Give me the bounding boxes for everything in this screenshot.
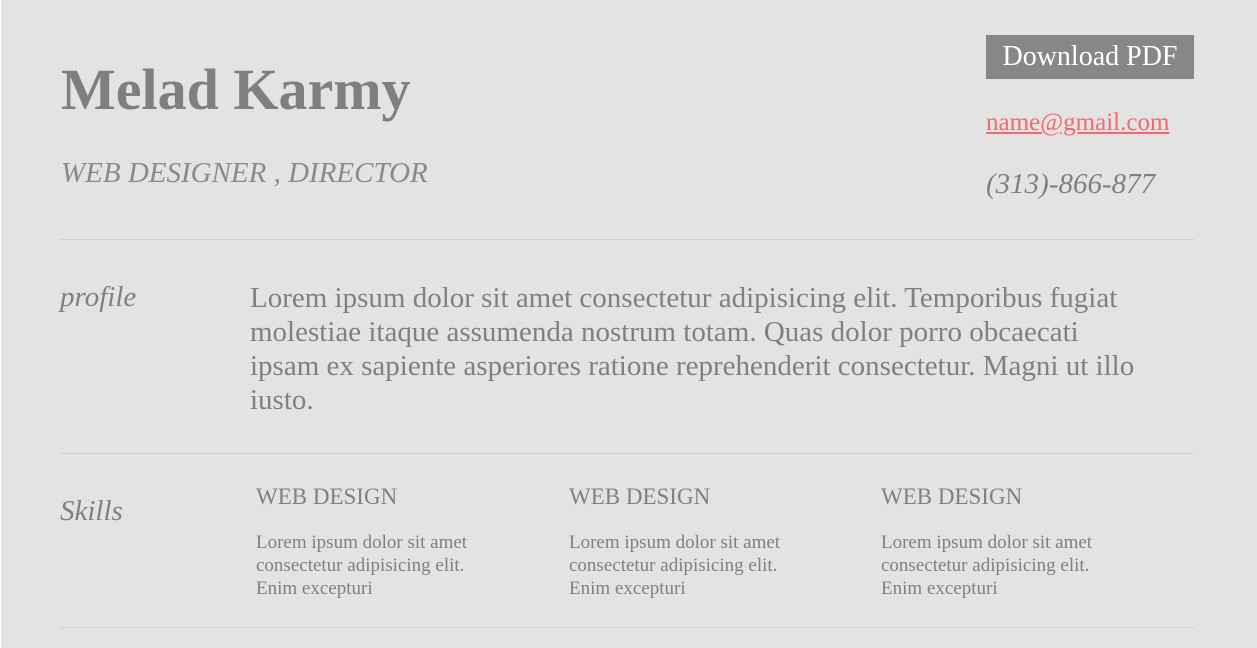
skill-description: Lorem ipsum dolor sit amet consectetur a…	[256, 532, 468, 599]
skill-title: WEB DESIGN	[881, 484, 1023, 509]
resume-header: Melad Karmy WEB DESIGNER , DIRECTOR Down…	[61, 0, 1194, 240]
phone-number: (313)-866-877	[986, 168, 1156, 200]
skill-card: WEB DESIGN Lorem ipsum dolor sit amet co…	[569, 484, 809, 600]
skill-description: Lorem ipsum dolor sit amet consectetur a…	[569, 532, 781, 599]
header-divider	[61, 239, 1194, 240]
skill-card: WEB DESIGN Lorem ipsum dolor sit amet co…	[256, 484, 496, 600]
profile-divider	[61, 453, 1194, 454]
skill-title: WEB DESIGN	[569, 484, 711, 509]
page-left-edge	[0, 0, 1, 648]
skills-divider	[61, 627, 1194, 628]
person-name: Melad Karmy	[61, 57, 411, 122]
skills-label: Skills	[60, 495, 123, 527]
skill-title: WEB DESIGN	[256, 484, 398, 509]
skill-card: WEB DESIGN Lorem ipsum dolor sit amet co…	[881, 484, 1121, 600]
job-title: WEB DESIGNER , DIRECTOR	[61, 157, 428, 189]
download-pdf-button[interactable]: Download PDF	[986, 35, 1194, 79]
profile-text: Lorem ipsum dolor sit amet consectetur a…	[250, 282, 1135, 416]
email-link[interactable]: name@gmail.com	[986, 108, 1169, 138]
profile-label: profile	[60, 281, 137, 313]
skill-description: Lorem ipsum dolor sit amet consectetur a…	[881, 532, 1093, 599]
